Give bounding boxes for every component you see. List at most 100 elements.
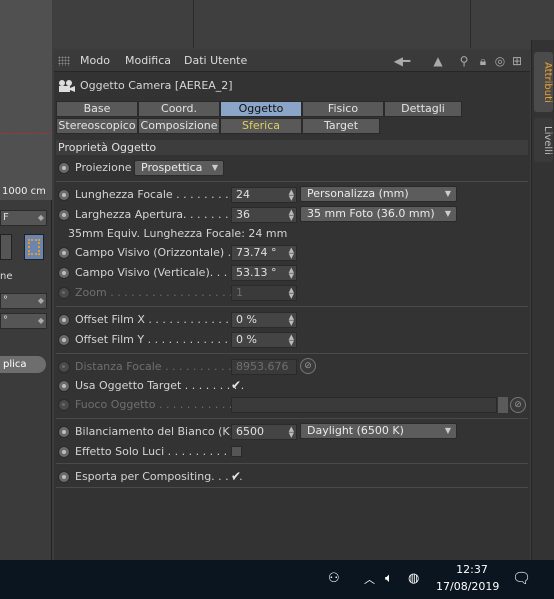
- menu-modo[interactable]: Modo: [80, 54, 110, 67]
- tab-livelli[interactable]: Livelli: [534, 118, 553, 162]
- label-bilanciamento: Bilanciamento del Bianco (K): [75, 425, 234, 438]
- label-usa-target: Usa Oggetto Target . . . . . . . . .: [75, 379, 245, 392]
- label-distanza-focale: Distanza Focale . . . . . . . . . . .: [75, 360, 239, 373]
- animation-radio: [58, 399, 70, 411]
- camera-icon: [59, 80, 75, 92]
- label-proiezione: Proiezione: [75, 161, 132, 174]
- left-field[interactable]: F ◆: [0, 210, 47, 226]
- usa-target-checkbox[interactable]: ✔: [231, 379, 243, 391]
- animation-radio[interactable]: [58, 446, 70, 458]
- pick-object-icon[interactable]: ⊘: [510, 397, 526, 413]
- animation-radio[interactable]: [58, 162, 70, 174]
- tab-target[interactable]: Target: [302, 118, 380, 134]
- label-esporta: Esporta per Compositing. . . . .: [75, 470, 243, 483]
- bilanciamento-input[interactable]: 6500 ▲ ▼: [231, 424, 297, 440]
- animation-radio: [58, 361, 70, 373]
- fuoco-oggetto-link-field: [231, 397, 497, 413]
- separator: [56, 353, 528, 354]
- larghezza-apertura-input[interactable]: 36 ▲ ▼: [231, 207, 297, 223]
- back-arrow-icon[interactable]: ◀━: [390, 53, 414, 69]
- offset-y-input[interactable]: 0 % ▲ ▼: [231, 332, 297, 348]
- tab-sferica[interactable]: Sferica: [220, 118, 302, 134]
- show-hidden-icons-chevron-icon[interactable]: ︿: [364, 571, 375, 587]
- left-apply-button[interactable]: plica: [0, 356, 46, 373]
- bilanciamento-preset[interactable]: Daylight (6500 K) ▼: [300, 423, 457, 439]
- campo-verticale-input[interactable]: 53.13 ° ▲ ▼: [231, 265, 297, 281]
- lunghezza-focale-preset[interactable]: Personalizza (mm) ▼: [300, 186, 457, 202]
- animation-radio[interactable]: [58, 380, 70, 392]
- larghezza-apertura-preset[interactable]: 35 mm Foto (36.0 mm) ▼: [300, 206, 457, 222]
- label-campo-orizzontale: Campo Visivo (Orizzontale) . .: [75, 246, 239, 259]
- grip-icon[interactable]: [58, 56, 70, 66]
- film-icon[interactable]: [24, 234, 44, 260]
- search-icon[interactable]: ⚲: [456, 53, 472, 69]
- section-header: Proprietà Oggetto: [56, 140, 528, 155]
- zoom-input: 1 ▲ ▼: [231, 285, 297, 301]
- viewport-divider: [470, 0, 471, 48]
- left-icon-button[interactable]: [0, 234, 12, 260]
- viewport-top-strip: [0, 0, 554, 48]
- tab-base[interactable]: Base: [56, 101, 138, 117]
- separator: [56, 418, 528, 419]
- cursor-arrow-icon[interactable]: ▲: [430, 53, 446, 69]
- menu-dati-utente[interactable]: Dati Utente: [184, 54, 247, 67]
- people-icon[interactable]: ⚇: [328, 571, 340, 586]
- tab-oggetto[interactable]: Oggetto: [220, 101, 302, 117]
- tab-dettagli[interactable]: Dettagli: [384, 101, 462, 117]
- label-effetto-luci: Effetto Solo Luci . . . . . . . . . .: [75, 445, 235, 458]
- campo-orizzontale-input[interactable]: 73.74 ° ▲ ▼: [231, 245, 297, 261]
- object-title: Oggetto Camera [AEREA_2]: [58, 79, 233, 97]
- proiezione-dropdown[interactable]: Prospettica ▼: [134, 160, 224, 176]
- left-field[interactable]: ° ◆: [0, 293, 47, 309]
- animation-radio: [58, 287, 70, 299]
- tab-coord[interactable]: Coord.: [138, 101, 220, 117]
- label-larghezza-apertura: Larghezza Apertura. . . . . . . . .: [75, 208, 243, 221]
- tab-attributi[interactable]: Attributi: [534, 52, 553, 112]
- animation-radio[interactable]: [58, 334, 70, 346]
- animation-radio[interactable]: [58, 471, 70, 483]
- clock-time[interactable]: 12:37: [452, 563, 492, 576]
- label-offset-y: Offset Film Y . . . . . . . . . . . . . …: [75, 333, 243, 346]
- label-zoom: Zoom . . . . . . . . . . . . . . . . . .…: [75, 286, 247, 299]
- clock-date[interactable]: 17/08/2019: [436, 580, 499, 593]
- network-icon[interactable]: ◍: [408, 571, 419, 586]
- link-drop-handle[interactable]: [498, 397, 508, 413]
- viewport-divider: [193, 0, 194, 48]
- tab-composizione[interactable]: Composizione: [138, 118, 220, 134]
- effetto-luci-checkbox[interactable]: [231, 446, 242, 457]
- menubar: Modo Modifica Dati Utente ◀━ ▲ ⚲ 🔒︎ ◎ ⊞: [54, 50, 530, 72]
- scale-label: 1000 cm: [2, 186, 46, 197]
- tab-fisico[interactable]: Fisico: [302, 101, 384, 117]
- volume-icon[interactable]: 🔈︎: [385, 571, 393, 586]
- viewport[interactable]: 1000 cm: [0, 0, 52, 200]
- animation-radio[interactable]: [58, 314, 70, 326]
- animation-radio[interactable]: [58, 247, 70, 259]
- tab-stereoscopico[interactable]: Stereoscopico: [56, 118, 138, 134]
- animation-radio[interactable]: [58, 426, 70, 438]
- left-panel: 1000 cm F ◆ ne ° ◆ ° ◆ plica: [0, 0, 52, 560]
- separator: [56, 463, 528, 464]
- axis-line: [0, 133, 52, 134]
- equiv-focal-text: 35mm Equiv. Lunghezza Focale: 24 mm: [68, 227, 288, 240]
- add-icon[interactable]: ⊞: [509, 53, 525, 69]
- animation-radio[interactable]: [58, 209, 70, 221]
- menu-modifica[interactable]: Modifica: [125, 54, 171, 67]
- lunghezza-focale-input[interactable]: 24 ▲ ▼: [231, 187, 297, 203]
- notifications-icon[interactable]: 🗨︎: [512, 569, 531, 587]
- offset-x-input[interactable]: 0 % ▲ ▼: [231, 312, 297, 328]
- left-label: ne: [0, 271, 13, 282]
- label-fuoco-oggetto: Fuoco Oggetto . . . . . . . . . . . .: [75, 398, 240, 411]
- separator: [56, 487, 528, 488]
- label-lunghezza-focale: Lunghezza Focale . . . . . . . . . .: [75, 188, 243, 201]
- left-field[interactable]: ° ◆: [0, 313, 47, 329]
- esporta-checkbox[interactable]: ✔: [231, 470, 243, 482]
- label-campo-verticale: Campo Visivo (Verticale). . . . .: [75, 266, 242, 279]
- animation-radio[interactable]: [58, 267, 70, 279]
- lock-icon[interactable]: 🔒︎: [475, 53, 491, 69]
- pick-target-icon[interactable]: ⊘: [300, 358, 316, 374]
- taskbar: ⚇ ︿ 🔈︎ ◍ 12:37 17/08/2019 🗨︎: [0, 560, 554, 599]
- animation-radio[interactable]: [58, 189, 70, 201]
- target-icon[interactable]: ◎: [492, 53, 508, 69]
- label-offset-x: Offset Film X . . . . . . . . . . . . . …: [75, 313, 243, 326]
- side-tab-strip: Attributi Livelli: [531, 40, 554, 560]
